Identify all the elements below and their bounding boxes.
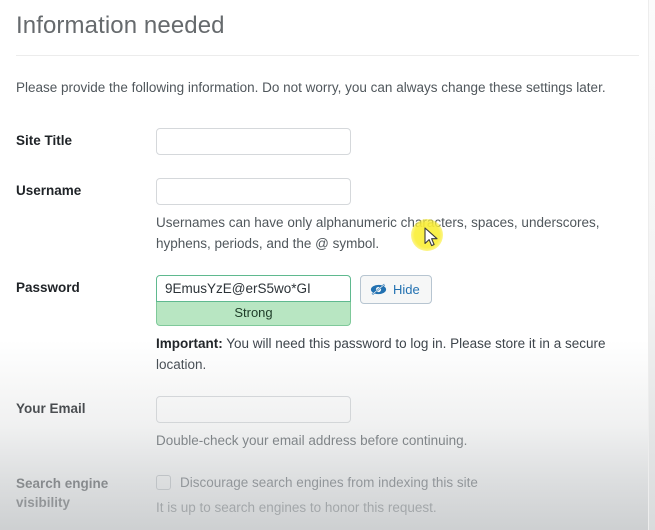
- search-visibility-help: It is up to search engines to honor this…: [156, 500, 437, 516]
- email-input[interactable]: [156, 395, 351, 423]
- discourage-search-engines-checkbox[interactable]: [156, 475, 171, 491]
- username-cell: Usernames can have only alphanumeric cha…: [156, 166, 639, 263]
- password-important-text: You will need this password to log in. P…: [156, 335, 606, 372]
- email-help: Double-check your email address before c…: [156, 432, 468, 448]
- page-content: Information needed Please provide the fo…: [0, 0, 655, 530]
- search-visibility-label: Search engine visibility: [16, 476, 109, 510]
- page-title: Information needed: [16, 12, 225, 39]
- form-row-email: Your Email Double-check your email addre…: [16, 384, 639, 460]
- username-input[interactable]: [156, 178, 351, 206]
- toggle-password-visibility-button[interactable]: Hide: [360, 275, 432, 305]
- form-row-password: Password Strong: [16, 263, 639, 383]
- toggle-password-label: Hide: [393, 282, 420, 298]
- password-stack: Strong: [156, 275, 351, 326]
- username-help: Usernames can have only alphanumeric cha…: [156, 215, 600, 252]
- site-title-input[interactable]: [156, 128, 351, 156]
- site-title-cell: [156, 116, 639, 166]
- form-row-search-visibility: Search engine visibility Discourage sear…: [16, 459, 639, 527]
- password-label: Password: [16, 280, 80, 296]
- install-page: Information needed Please provide the fo…: [0, 0, 655, 530]
- search-visibility-cell: Discourage search engines from indexing …: [156, 459, 639, 527]
- eye-slash-icon: [370, 283, 387, 296]
- discourage-search-engines-row[interactable]: Discourage search engines from indexing …: [156, 471, 639, 491]
- intro-text: Please provide the following information…: [16, 79, 606, 95]
- discourage-search-engines-label[interactable]: Discourage search engines from indexing …: [180, 475, 478, 490]
- password-input[interactable]: [156, 275, 351, 303]
- form-row-username: Username Usernames can have only alphanu…: [16, 166, 639, 263]
- email-label: Your Email: [16, 400, 86, 416]
- password-cell: Strong: [156, 263, 639, 383]
- username-label: Username: [16, 183, 82, 199]
- password-row: Strong: [156, 275, 639, 326]
- password-important-note: Important: You will need this password t…: [156, 326, 631, 376]
- password-strength-indicator: Strong: [156, 302, 351, 326]
- site-title-label: Site Title: [16, 133, 73, 149]
- form-row-site-title: Site Title: [16, 116, 639, 166]
- password-important-prefix: Important:: [156, 335, 223, 351]
- setup-form: Site Title Username Usernames can have o…: [16, 116, 639, 528]
- email-cell: Double-check your email address before c…: [156, 384, 639, 460]
